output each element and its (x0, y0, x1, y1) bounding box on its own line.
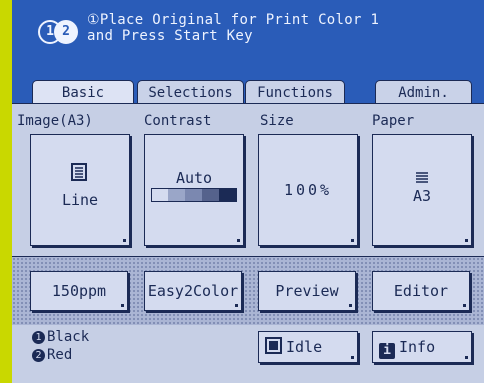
image-label: Image(A3) (17, 113, 93, 129)
tab-selections[interactable]: Selections (137, 80, 244, 105)
corner-mark (237, 239, 240, 242)
size-value: 100% (283, 181, 333, 199)
info-button[interactable]: i Info (372, 331, 472, 363)
contrast-button[interactable]: Auto (144, 134, 244, 246)
corner-mark (235, 304, 238, 307)
easy2color-button[interactable]: Easy2Color (144, 271, 242, 311)
status-message: ①Place Original for Print Color 1 and Pr… (87, 12, 379, 44)
contrast-label: Contrast (144, 113, 212, 129)
status-footer: 1 Black 2 Red Idle i Info (12, 325, 484, 383)
preview-label: Preview (275, 282, 339, 300)
ink-1-status: 1 Black (32, 329, 89, 345)
tab-functions[interactable]: Functions (245, 80, 345, 105)
info-label: Info (399, 338, 436, 356)
paper-button[interactable]: A3 (372, 134, 472, 246)
tab-basic[interactable]: Basic (32, 80, 134, 105)
tab-bar: Basic Selections Functions Admin. (12, 70, 484, 105)
image-button[interactable]: Line (30, 134, 130, 246)
paper-label: Paper (372, 113, 415, 129)
contrast-value: Auto (175, 169, 213, 187)
corner-mark (351, 239, 354, 242)
print-speed-label: 150ppm (51, 282, 107, 300)
corner-mark (351, 356, 354, 359)
ink-1-color: Black (47, 329, 90, 345)
document-icon (71, 163, 87, 181)
corner-mark (465, 356, 468, 359)
message-line-2: and Press Start Key (87, 28, 253, 44)
image-value: Line (61, 191, 99, 209)
message-header: 1 2 ①Place Original for Print Color 1 an… (12, 0, 484, 70)
preview-button[interactable]: Preview (258, 271, 356, 311)
contrast-scale-icon (151, 188, 237, 202)
corner-mark (121, 304, 124, 307)
ink-2-number-icon: 2 (32, 349, 45, 362)
size-label: Size (260, 113, 294, 129)
idle-button[interactable]: Idle (258, 331, 358, 363)
ink-2-color: Red (47, 347, 73, 363)
editor-label: Editor (393, 282, 449, 300)
idle-label: Idle (286, 338, 323, 356)
paper-tray-icon (416, 172, 428, 183)
paper-value: A3 (412, 187, 432, 205)
ink-2-status: 2 Red (32, 347, 72, 363)
print-speed-button[interactable]: 150ppm (30, 271, 128, 311)
corner-mark (463, 304, 466, 307)
easy2color-label: Easy2Color (147, 282, 239, 300)
corner-mark (123, 239, 126, 242)
info-icon: i (379, 343, 395, 359)
editor-button[interactable]: Editor (372, 271, 470, 311)
operation-panel-screen: 1 2 ①Place Original for Print Color 1 an… (12, 0, 484, 383)
idle-icon (265, 337, 282, 354)
ink-1-number-icon: 1 (32, 331, 45, 344)
tab-admin[interactable]: Admin. (375, 80, 472, 105)
basic-panel: Image(A3) Contrast Size Paper Line Auto (12, 103, 484, 256)
size-button[interactable]: 100% (258, 134, 358, 246)
corner-mark (349, 304, 352, 307)
message-line-1: ①Place Original for Print Color 1 (87, 12, 380, 28)
ink-drum-2-icon: 2 (54, 20, 78, 44)
corner-mark (465, 239, 468, 242)
quick-actions-bar: 150ppm Easy2Color Preview Editor (12, 256, 484, 326)
